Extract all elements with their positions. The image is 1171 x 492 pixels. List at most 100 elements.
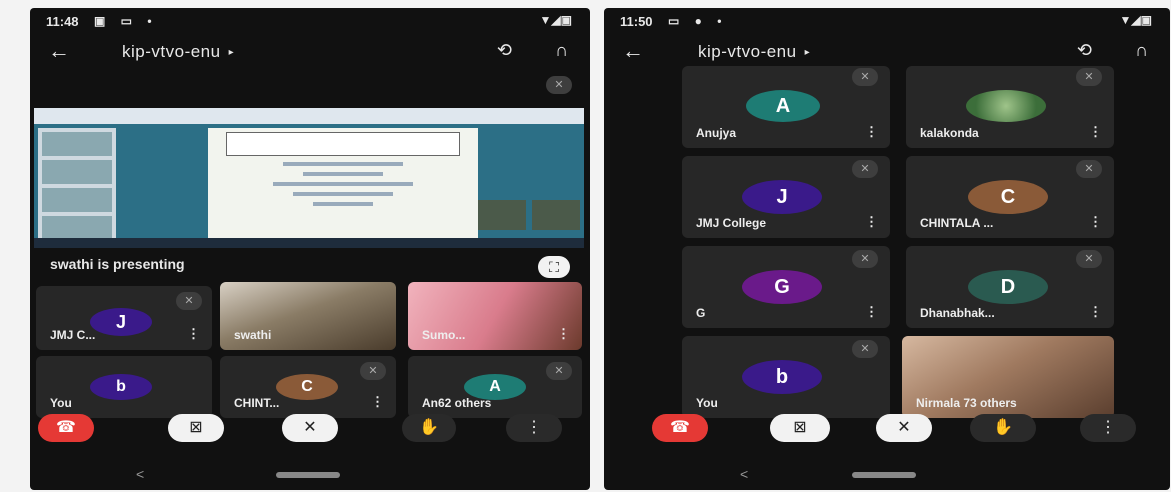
avatar: C xyxy=(276,374,338,400)
more-options-icon[interactable]: ⋮ xyxy=(371,394,384,410)
mic-muted-icon: ✕ xyxy=(852,68,878,86)
notification-icons: ▭ ● • xyxy=(668,14,728,28)
participant-tile[interactable]: J ✕ JMJ C... ⋮ xyxy=(36,286,212,350)
mic-toggle-button[interactable]: ✕ xyxy=(876,414,932,442)
mic-muted-icon: ✕ xyxy=(1076,250,1102,268)
avatar: A xyxy=(746,90,820,122)
presenting-label: swathi is presenting xyxy=(50,256,185,272)
avatar: J xyxy=(90,308,152,336)
avatar: J xyxy=(742,180,822,214)
end-call-button[interactable]: ☎ xyxy=(652,414,708,442)
signal-battery-icon: ▼◢▣ xyxy=(539,13,572,27)
more-options-icon: ⋮ xyxy=(1100,419,1116,436)
fullscreen-icon[interactable]: ⛶ xyxy=(538,256,570,278)
participant-name: Anujya xyxy=(696,126,737,140)
camera-toggle-button[interactable]: ⊠ xyxy=(168,414,224,442)
participant-tile[interactable]: A ✕ Anujya ⋮ xyxy=(682,66,890,148)
participant-name: Dhanabhak... xyxy=(920,306,995,320)
participant-name: kalakonda xyxy=(920,126,979,140)
participant-tile[interactable]: ✕ kalakonda ⋮ xyxy=(906,66,1114,148)
raise-hand-button[interactable]: ✋ xyxy=(970,414,1036,442)
meeting-code[interactable]: kip-vtvo-enu ▸ xyxy=(698,42,810,62)
participant-name: You xyxy=(696,396,718,410)
avatar: C xyxy=(968,180,1048,214)
status-bar: 11:48 ▣ ▭ • ▼◢▣ xyxy=(30,8,590,34)
end-call-icon: ☎ xyxy=(670,419,690,436)
more-options-icon[interactable]: ⋮ xyxy=(1089,124,1102,140)
more-options-icon[interactable]: ⋮ xyxy=(1089,214,1102,230)
participant-tile[interactable]: D ✕ Dhanabhak... ⋮ xyxy=(906,246,1114,328)
mic-muted-icon: ✕ xyxy=(176,292,202,310)
camera-switch-icon[interactable]: ⟲ xyxy=(1077,40,1092,61)
headphones-icon[interactable]: ∩ xyxy=(1135,40,1148,61)
participant-tile[interactable]: C ✕ CHINT... ⋮ xyxy=(220,356,396,418)
more-options-icon[interactable]: ⋮ xyxy=(187,326,200,342)
participant-name: Sumo... xyxy=(422,328,466,342)
raise-hand-button[interactable]: ✋ xyxy=(402,414,456,442)
camera-toggle-button[interactable]: ⊠ xyxy=(770,414,830,442)
nav-back-icon[interactable]: < xyxy=(136,466,144,482)
slide-thumbnails xyxy=(38,128,116,243)
raise-hand-icon: ✋ xyxy=(419,419,439,436)
others-count: 62 others xyxy=(438,396,492,410)
participant-tile[interactable]: b You xyxy=(36,356,212,418)
mic-muted-icon: ✕ xyxy=(852,160,878,178)
mic-muted-icon: ✕ xyxy=(1076,68,1102,86)
back-arrow-icon[interactable]: ← xyxy=(622,38,644,64)
participant-name: CHINT... xyxy=(234,396,280,410)
signal-battery-icon: ▼◢▣ xyxy=(1119,13,1152,27)
more-options-icon[interactable]: ⋮ xyxy=(865,124,878,140)
participant-tile[interactable]: G ✕ G ⋮ xyxy=(682,246,890,328)
more-options-icon[interactable]: ⋮ xyxy=(1089,304,1102,320)
meeting-screen-left: 11:48 ▣ ▭ • ▼◢▣ ← kip-vtvo-enu ▸ ⟲ ∩ ✕ sw… xyxy=(30,8,590,490)
camera-off-icon: ⊠ xyxy=(189,419,203,436)
avatar: b xyxy=(742,360,822,394)
profile-photo xyxy=(966,90,1046,122)
nav-home-pill[interactable] xyxy=(852,472,916,478)
participant-tile[interactable]: C ✕ CHINTALA ... ⋮ xyxy=(906,156,1114,238)
meeting-screen-right: 11:50 ▭ ● • ▼◢▣ ← kip-vtvo-enu ▸ ⟲ ∩ A ✕ … xyxy=(604,8,1170,490)
more-options-button[interactable]: ⋮ xyxy=(1080,414,1136,442)
video-thumbnail xyxy=(478,200,526,230)
mic-muted-icon: ✕ xyxy=(1076,160,1102,178)
app-ribbon xyxy=(34,108,584,124)
shared-screen[interactable] xyxy=(34,108,584,248)
avatar: b xyxy=(90,374,152,400)
nav-back-icon[interactable]: < xyxy=(740,466,748,482)
back-arrow-icon[interactable]: ← xyxy=(48,38,70,64)
presentation-slide xyxy=(208,128,478,240)
end-call-button[interactable]: ☎ xyxy=(38,414,94,442)
participant-tile[interactable]: b ✕ You xyxy=(682,336,890,418)
participant-name: G xyxy=(696,306,706,320)
camera-off-icon: ⊠ xyxy=(793,419,807,436)
android-nav-bar: < xyxy=(30,460,590,490)
mic-off-icon: ✕ xyxy=(303,419,317,436)
mic-toggle-button[interactable]: ✕ xyxy=(282,414,338,442)
participant-tile[interactable]: A ✕ An62 others xyxy=(408,356,582,418)
participant-name: An62 others xyxy=(422,396,492,410)
participant-tile[interactable]: J ✕ JMJ College ⋮ xyxy=(682,156,890,238)
more-options-button[interactable]: ⋮ xyxy=(506,414,562,442)
camera-switch-icon[interactable]: ⟲ xyxy=(497,40,512,61)
meeting-header: ← kip-vtvo-enu ▸ ⟲ ∩ xyxy=(30,34,590,72)
headphones-icon[interactable]: ∩ xyxy=(555,40,568,61)
participant-name: You xyxy=(50,396,72,410)
more-options-icon[interactable]: ⋮ xyxy=(865,214,878,230)
mic-off-icon: ✕ xyxy=(897,419,911,436)
participant-name: Nirmala 73 others xyxy=(916,396,1017,410)
participant-tile[interactable]: Sumo... ⋮ xyxy=(408,282,582,350)
participant-name: JMJ College xyxy=(696,216,767,230)
notification-icons: ▣ ▭ • xyxy=(94,14,158,28)
participant-tile[interactable]: swathi xyxy=(220,282,396,350)
raise-hand-icon: ✋ xyxy=(993,419,1013,436)
meeting-code[interactable]: kip-vtvo-enu ▸ xyxy=(122,42,234,62)
participant-tile[interactable]: Nirmala 73 others xyxy=(902,336,1114,418)
video-thumbnail xyxy=(532,200,580,230)
avatar: G xyxy=(742,270,822,304)
mic-muted-icon: ✕ xyxy=(546,76,572,94)
nav-home-pill[interactable] xyxy=(276,472,340,478)
more-options-icon[interactable]: ⋮ xyxy=(865,304,878,320)
chevron-right-icon: ▸ xyxy=(228,47,235,58)
status-time: 11:50 xyxy=(620,14,653,29)
more-options-icon[interactable]: ⋮ xyxy=(557,326,570,342)
